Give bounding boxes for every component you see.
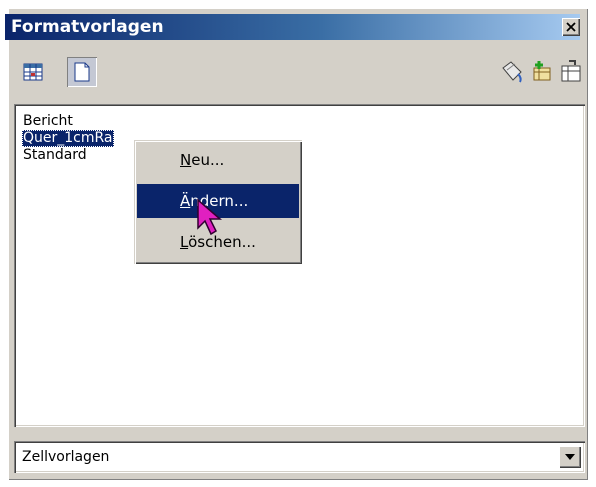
mouse-cursor-icon (197, 198, 223, 236)
fill-format-mode-button[interactable] (497, 57, 527, 87)
page-styles-button[interactable] (67, 57, 97, 87)
update-style-button[interactable] (556, 57, 586, 87)
list-item[interactable]: Standard (23, 147, 87, 164)
menu-item-mnemonic: Ä (180, 192, 191, 210)
fill-format-mode-icon (502, 61, 522, 83)
page-styles-icon (74, 62, 90, 82)
dropdown-value: Zellvorlagen (22, 449, 110, 465)
menu-item-label: eu... (191, 151, 225, 169)
cell-styles-button[interactable] (18, 57, 48, 87)
list-item[interactable]: Bericht (23, 113, 73, 130)
menu-item-new[interactable]: Neu... (137, 143, 299, 177)
menu-item-mnemonic: N (180, 151, 192, 169)
title-bar[interactable]: Formatvorlagen (5, 14, 580, 40)
list-item-selected[interactable]: Quer_1cmRa (22, 130, 114, 147)
close-button[interactable] (562, 18, 580, 36)
new-style-from-selection-icon (533, 61, 551, 81)
close-icon (566, 22, 576, 32)
dropdown-button[interactable] (559, 446, 581, 468)
menu-item-mnemonic: L (180, 233, 189, 251)
cell-styles-icon (23, 63, 43, 81)
window-title: Formatvorlagen (11, 17, 164, 37)
style-filter-dropdown[interactable]: Zellvorlagen (14, 441, 585, 473)
dropdown-arrow-icon (565, 454, 575, 460)
new-style-from-selection-button[interactable] (527, 57, 557, 87)
update-style-icon (561, 60, 581, 82)
